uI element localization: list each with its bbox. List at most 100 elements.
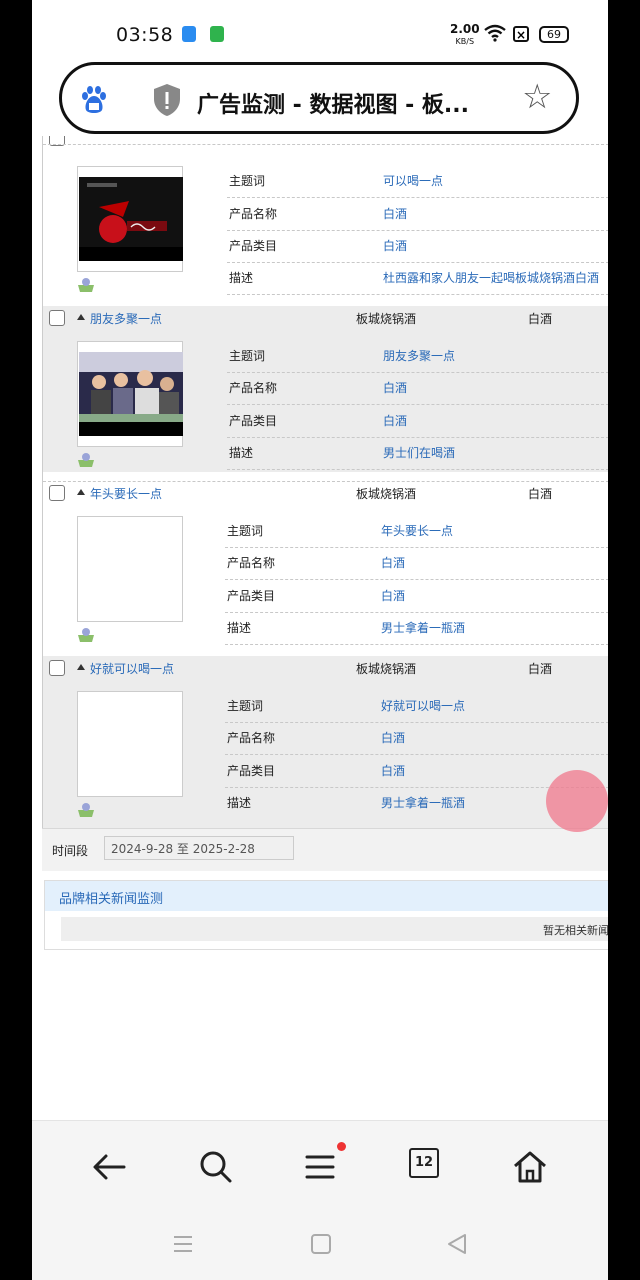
back-arrow-icon[interactable] <box>90 1147 130 1187</box>
field-label: 描述 <box>229 446 254 460</box>
field-label: 产品名称 <box>229 207 278 221</box>
field-label: 主题词 <box>227 699 264 713</box>
divider <box>225 579 608 580</box>
time-period-field[interactable]: 2024-9-28 至 2025-2-28 <box>104 836 294 860</box>
divider <box>227 372 608 373</box>
page-title: 广告监测 - 数据视图 - 板... <box>197 93 469 118</box>
ad-thumbnail[interactable] <box>77 166 183 272</box>
page-content[interactable]: 主题词 可以喝一点 产品名称 白酒 产品类目 白酒 描述 杜西露和家人朋友一起喝… <box>32 136 608 1120</box>
ad-thumbnail[interactable] <box>77 691 183 797</box>
network-speed: 2.00 KB/S <box>450 22 480 47</box>
divider <box>225 547 608 548</box>
ad-title-link[interactable]: 朋友多聚一点 <box>90 310 162 327</box>
field-value: 白酒 <box>383 381 408 395</box>
field-value: 白酒 <box>381 556 406 570</box>
divider <box>227 262 608 263</box>
brand-news-empty: 暂无相关新闻 <box>61 917 608 941</box>
field-label: 主题词 <box>229 349 266 363</box>
tabs-count-button[interactable]: 12 <box>409 1148 439 1178</box>
divider <box>227 230 608 231</box>
divider <box>225 644 608 645</box>
ad-list-frame: 主题词 可以喝一点 产品名称 白酒 产品类目 白酒 描述 杜西露和家人朋友一起喝… <box>42 136 608 870</box>
address-bar[interactable]: 广告监测 - 数据视图 - 板... ☆ <box>59 62 579 134</box>
picture-icon[interactable] <box>77 802 95 818</box>
row-checkbox[interactable] <box>49 310 65 326</box>
field-label: 描述 <box>229 271 254 285</box>
ad-brand: 板城烧锅酒 <box>356 312 417 326</box>
time-period-label: 时间段 <box>52 844 89 858</box>
ad-thumbnail[interactable] <box>77 341 183 447</box>
brand-news-empty-text: 暂无相关新闻 <box>543 924 608 937</box>
row-checkbox[interactable] <box>49 485 65 501</box>
ad-brand: 板城烧锅酒 <box>356 487 417 501</box>
ad-thumbnail[interactable] <box>77 516 183 622</box>
field-label: 产品类目 <box>227 589 276 603</box>
ad-brand: 板城烧锅酒 <box>356 662 417 676</box>
field-value: 好就可以喝一点 <box>381 699 466 713</box>
collapse-triangle-icon[interactable] <box>77 489 85 495</box>
field-value: 白酒 <box>383 207 408 221</box>
time-period-row: 时间段 2024-9-28 至 2025-2-28 <box>42 828 608 871</box>
field-value: 白酒 <box>381 589 406 603</box>
field-value: 男士拿着一瓶酒 <box>381 621 466 635</box>
collapse-triangle-icon[interactable] <box>77 314 85 320</box>
divider <box>227 469 608 470</box>
notification-app-icon <box>182 26 196 42</box>
recent-apps-icon[interactable] <box>172 1232 194 1260</box>
collapse-triangle-icon[interactable] <box>77 664 85 670</box>
no-sim-icon: × <box>513 26 529 42</box>
field-value: 朋友多聚一点 <box>383 349 456 363</box>
brand-news-header: 品牌相关新闻监测 <box>45 881 608 911</box>
row-checkbox[interactable] <box>49 660 65 676</box>
divider <box>227 294 608 295</box>
field-label: 主题词 <box>229 174 266 188</box>
menu-icon[interactable] <box>300 1147 340 1187</box>
divider <box>225 754 608 755</box>
battery-indicator: 69 <box>539 26 569 43</box>
status-time: 03:58 <box>116 24 174 46</box>
field-label: 产品类目 <box>227 764 276 778</box>
divider <box>43 144 608 145</box>
field-value: 白酒 <box>383 239 408 253</box>
network-speed-value: 2.00 <box>450 22 480 36</box>
field-label: 产品名称 <box>227 731 276 745</box>
ad-title-link[interactable]: 好就可以喝一点 <box>90 660 174 677</box>
picture-icon[interactable] <box>77 452 95 468</box>
system-navigation-bar <box>32 1210 608 1280</box>
security-shield-icon[interactable] <box>152 83 182 121</box>
status-bar: 03:58 2.00 KB/S × 69 <box>32 0 608 56</box>
field-value: 白酒 <box>381 731 406 745</box>
divider <box>43 481 608 482</box>
field-value: 杜西露和家人朋友一起喝板城烧锅酒白酒 <box>383 271 600 285</box>
home-square-icon[interactable] <box>310 1232 332 1260</box>
picture-icon[interactable] <box>77 277 95 293</box>
search-icon[interactable] <box>196 1147 236 1187</box>
notification-app-icon <box>210 26 224 42</box>
baidu-logo-icon <box>78 83 110 115</box>
ad-title-link[interactable]: 年头要长一点 <box>90 485 162 502</box>
brand-news-title: 品牌相关新闻监测 <box>59 892 164 907</box>
field-label: 产品类目 <box>229 239 278 253</box>
field-value: 白酒 <box>383 414 408 428</box>
picture-icon[interactable] <box>77 627 95 643</box>
bookmark-star-icon[interactable]: ☆ <box>522 79 552 115</box>
divider <box>225 612 608 613</box>
network-speed-unit: KB/S <box>455 37 475 46</box>
divider <box>227 197 608 198</box>
field-label: 产品名称 <box>229 381 278 395</box>
menu-notification-dot <box>337 1142 346 1151</box>
brand-news-panel: 品牌相关新闻监测 暂无相关新闻 <box>44 880 608 950</box>
field-label: 产品类目 <box>229 414 278 428</box>
field-label: 产品名称 <box>227 556 276 570</box>
field-value: 男士们在喝酒 <box>383 446 456 460</box>
home-icon[interactable] <box>510 1147 550 1187</box>
field-label: 描述 <box>227 796 252 810</box>
ad-category: 白酒 <box>528 662 553 676</box>
browser-toolbar <box>32 1120 608 1211</box>
field-value: 可以喝一点 <box>383 174 444 188</box>
back-triangle-icon[interactable] <box>446 1232 468 1260</box>
ad-video-frame-image <box>79 177 183 261</box>
ad-category: 白酒 <box>528 487 553 501</box>
divider <box>227 437 608 438</box>
field-label: 主题词 <box>227 524 264 538</box>
